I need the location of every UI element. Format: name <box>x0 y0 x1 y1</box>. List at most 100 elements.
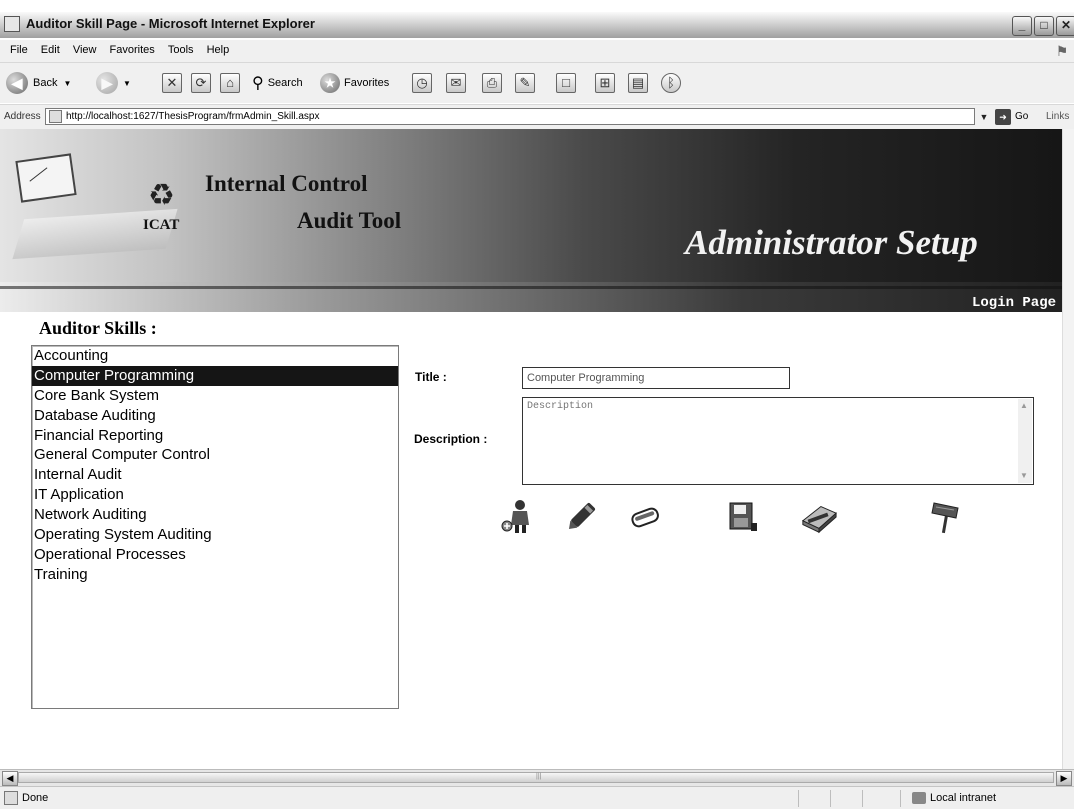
toolbar: ◀ Back ▼ ▶ ▼ ✕ ⟳ ⌂ ⚲ Search ★ Favorites … <box>0 62 1074 103</box>
header-banner: ♻ Internal Control Audit Tool ICAT Admin… <box>0 129 1062 282</box>
pencil-icon <box>568 502 596 530</box>
address-url: http://localhost:1627/ThesisProgram/frmA… <box>66 111 320 122</box>
favorites-star-icon: ★ <box>320 73 340 93</box>
status-bar: Done Local intranet <box>0 786 1074 809</box>
banner-title-line1: Internal Control <box>205 171 368 196</box>
print-icon[interactable]: ⎙ <box>482 73 502 93</box>
windows-flag-icon: ⚑ <box>1055 43 1069 59</box>
list-item[interactable]: Accounting <box>32 346 398 366</box>
menu-help[interactable]: Help <box>207 44 230 56</box>
menu-edit[interactable]: Edit <box>41 44 60 56</box>
scroll-grip-icon: ||| <box>536 773 542 780</box>
edit-button[interactable] <box>562 498 600 536</box>
page-icon <box>49 110 62 123</box>
messenger-icon[interactable]: ⊞ <box>595 73 615 93</box>
description-label: Description : <box>414 432 488 446</box>
mail-icon[interactable]: ✉ <box>446 73 466 93</box>
list-item[interactable]: Operational Processes <box>32 545 398 565</box>
exit-button[interactable] <box>928 498 966 536</box>
close-button[interactable]: ✕ <box>1056 16 1074 36</box>
description-scrollbar[interactable]: ▲ ▼ <box>1018 399 1032 483</box>
menu-favorites[interactable]: Favorites <box>110 44 155 56</box>
ie-window-icon <box>4 16 20 32</box>
description-textarea[interactable] <box>522 397 1034 485</box>
list-item[interactable]: Financial Reporting <box>32 426 398 446</box>
security-zone: Local intranet <box>930 792 997 804</box>
title-label: Title : <box>415 370 447 384</box>
minimize-button[interactable]: _ <box>1012 16 1032 36</box>
search-label: Search <box>267 77 303 89</box>
research-icon[interactable]: ▤ <box>628 73 648 93</box>
back-arrow-icon: ◀ <box>6 72 28 94</box>
title-input[interactable] <box>522 367 790 389</box>
save-disk-icon <box>729 502 757 531</box>
horizontal-scrollbar[interactable]: ◀ ||| ▶ <box>0 769 1074 786</box>
skills-listbox[interactable]: Accounting Computer Programming Core Ban… <box>31 345 399 709</box>
bluetooth-icon[interactable]: ᛒ <box>661 73 681 93</box>
forward-arrow-icon: ▶ <box>96 72 118 94</box>
address-dropdown-icon[interactable]: ▼ <box>977 109 991 125</box>
menu-view[interactable]: View <box>73 44 97 56</box>
status-text: Done <box>22 792 49 804</box>
page-done-icon <box>4 791 18 805</box>
list-item[interactable]: IT Application <box>32 485 398 505</box>
search-icon: ⚲ <box>252 75 264 92</box>
favorites-label: Favorites <box>344 77 390 89</box>
address-label: Address <box>4 111 41 122</box>
address-input[interactable]: http://localhost:1627/ThesisProgram/frmA… <box>45 108 975 125</box>
refresh-icon[interactable]: ⟳ <box>191 73 211 93</box>
scroll-right-icon[interactable]: ▶ <box>1056 771 1072 786</box>
home-icon[interactable]: ⌂ <box>220 73 240 93</box>
vertical-scrollbar[interactable] <box>1062 129 1074 769</box>
status-divider <box>798 790 799 807</box>
stop-icon[interactable]: ✕ <box>162 73 182 93</box>
menu-file[interactable]: File <box>10 44 28 56</box>
list-item[interactable]: Training <box>32 565 398 585</box>
edit-icon[interactable]: ✎ <box>515 73 535 93</box>
section-title: Administrator Setup <box>685 223 978 262</box>
list-item[interactable]: Database Auditing <box>32 406 398 426</box>
intranet-zone-icon <box>912 792 926 804</box>
save-button[interactable] <box>723 498 761 536</box>
login-page-link[interactable]: Login Page <box>972 295 1056 311</box>
list-item[interactable]: General Computer Control <box>32 445 398 465</box>
cancel-button[interactable] <box>800 498 838 536</box>
forward-button[interactable]: ▶ ▼ <box>96 70 131 96</box>
status-divider <box>900 790 901 807</box>
title-bar: Auditor Skill Page - Microsoft Internet … <box>0 12 1074 38</box>
menu-tools[interactable]: Tools <box>168 44 194 56</box>
menu-bar: File Edit View Favorites Tools Help ⚑ <box>0 40 1074 62</box>
back-button[interactable]: ◀ Back ▼ <box>6 70 71 96</box>
go-button[interactable]: Go <box>1015 111 1028 122</box>
scroll-down-icon[interactable]: ▼ <box>1020 471 1028 480</box>
discuss-icon[interactable]: □ <box>556 73 576 93</box>
recycle-logo-icon: ♻ <box>148 179 175 212</box>
list-item[interactable]: Network Auditing <box>32 505 398 525</box>
skills-heading: Auditor Skills : <box>39 318 157 338</box>
cancel-icon <box>801 506 837 534</box>
scroll-up-icon[interactable]: ▲ <box>1020 401 1028 410</box>
maximize-button[interactable]: □ <box>1034 16 1054 36</box>
signpost-icon <box>931 502 959 534</box>
favorites-button[interactable]: ★ Favorites <box>320 70 389 96</box>
add-button[interactable] <box>498 498 536 536</box>
back-dropdown-icon[interactable]: ▼ <box>63 79 71 88</box>
page-content: ♻ Internal Control Audit Tool ICAT Admin… <box>0 129 1062 769</box>
list-item-selected[interactable]: Computer Programming <box>32 365 398 386</box>
status-divider <box>862 790 863 807</box>
list-item[interactable]: Operating System Auditing <box>32 525 398 545</box>
links-button[interactable]: Links <box>1046 111 1069 122</box>
browser-window: Auditor Skill Page - Microsoft Internet … <box>0 0 1074 809</box>
search-button[interactable]: ⚲ Search <box>252 70 303 96</box>
history-icon[interactable]: ◷ <box>412 73 432 93</box>
delete-button[interactable] <box>626 498 664 536</box>
scroll-left-icon[interactable]: ◀ <box>2 771 18 786</box>
nav-divider <box>0 286 1062 289</box>
banner-brand: ICAT <box>143 217 180 233</box>
go-arrow-icon[interactable]: ➜ <box>995 109 1011 125</box>
banner-title-line2: Audit Tool <box>297 208 402 233</box>
list-item[interactable]: Internal Audit <box>32 465 398 485</box>
forward-dropdown-icon[interactable]: ▼ <box>123 79 131 88</box>
list-item[interactable]: Core Bank System <box>32 386 398 406</box>
add-person-icon <box>501 500 529 533</box>
